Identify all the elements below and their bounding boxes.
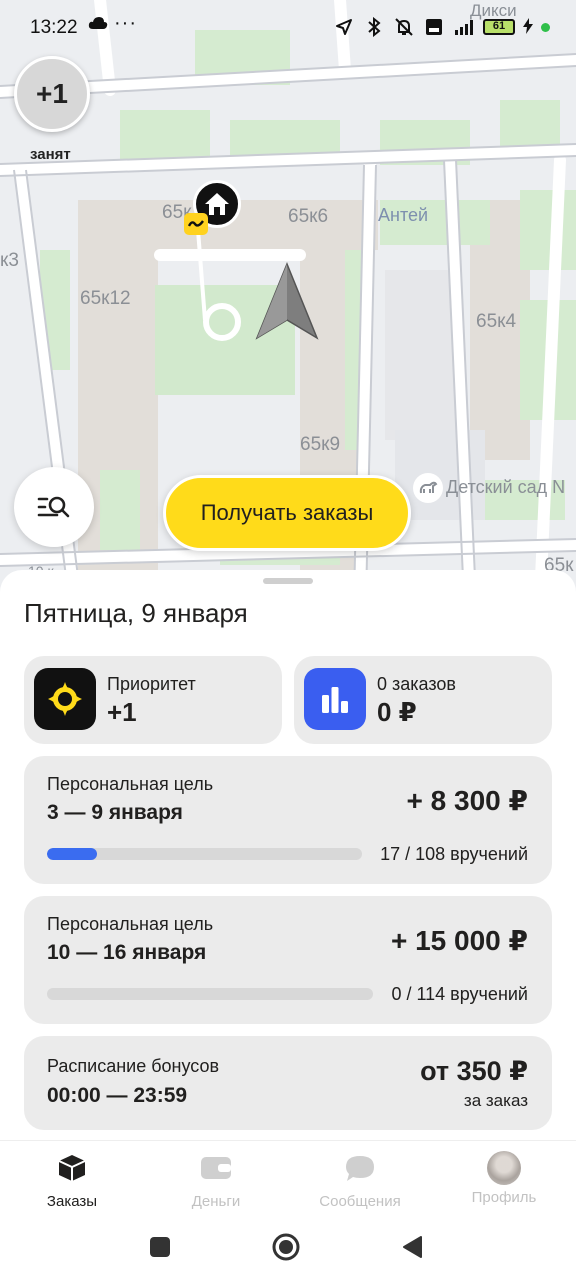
- circle-home-icon: [272, 1233, 300, 1261]
- goal-title: Персональная цель: [47, 914, 214, 934]
- avatar: [487, 1151, 521, 1185]
- mute-bell-icon: [393, 16, 415, 38]
- delivery-badge-icon: [184, 213, 208, 235]
- tab-messages[interactable]: Сообщения: [288, 1153, 432, 1210]
- bonus-amount: от 350 ₽: [420, 1056, 528, 1086]
- tab-orders[interactable]: Заказы: [0, 1153, 144, 1210]
- privacy-dot-icon: [541, 22, 550, 32]
- priority-bubble[interactable]: +1: [14, 56, 90, 132]
- goal-progress-text: 17 / 108 вручений: [380, 844, 528, 864]
- tab-orders-label: Заказы: [46, 1193, 98, 1210]
- system-nav-bar: [0, 1212, 576, 1280]
- goal-dates: 3 — 9 января: [47, 801, 183, 824]
- battery-icon: 61: [483, 19, 515, 35]
- goal-amount: + 15 000 ₽: [390, 925, 528, 956]
- orders-tile[interactable]: 0 заказов 0 ₽: [294, 656, 552, 744]
- tab-profile[interactable]: Профиль: [432, 1151, 576, 1206]
- map-label-65k9: 65к9: [300, 434, 341, 455]
- map-poi-antey[interactable]: Антей: [378, 205, 428, 226]
- sheet-grabber[interactable]: [263, 578, 313, 584]
- tab-profile-label: Профиль: [471, 1189, 537, 1206]
- search-orders-button[interactable]: [14, 467, 94, 547]
- orders-count-label: 0 заказов: [377, 674, 456, 694]
- back-triangle-icon: [403, 1236, 422, 1258]
- tab-money-label: Деньги: [191, 1193, 241, 1210]
- tab-messages-label: Сообщения: [319, 1193, 401, 1210]
- goal-progress-fill: [47, 848, 97, 860]
- cloud-icon: [88, 16, 108, 35]
- day-title: Пятница, 9 января: [24, 598, 248, 628]
- back-button[interactable]: [397, 1232, 427, 1262]
- map-label-k3: к3: [0, 250, 19, 271]
- status-more-icon: ···: [114, 12, 137, 34]
- bar-chart-icon: [304, 668, 366, 730]
- signal-4g-icon: [453, 16, 475, 38]
- tab-money[interactable]: Деньги: [144, 1153, 288, 1210]
- recent-apps-button[interactable]: [145, 1232, 175, 1262]
- goal-title: Персональная цель: [47, 774, 214, 794]
- priority-icon: [34, 668, 96, 730]
- personal-goal-card[interactable]: Персональная цель 3 — 9 января + 8 300 ₽…: [24, 756, 552, 884]
- map-label-65k12: 65к12: [80, 288, 131, 309]
- home-button[interactable]: [271, 1232, 301, 1262]
- map-label-65k6: 65к6: [288, 206, 329, 227]
- bonus-title: Расписание бонусов: [47, 1056, 220, 1076]
- list-search-icon: [37, 496, 70, 518]
- box-icon: [58, 1155, 86, 1181]
- volte-icon: [423, 16, 445, 38]
- tab-bar: Заказы Деньги Сообщения Профиль: [0, 1140, 576, 1212]
- priority-label: Приоритет: [107, 674, 196, 694]
- personal-goal-card[interactable]: Персональная цель 10 — 16 января + 15 00…: [24, 896, 552, 1024]
- location-icon: [333, 16, 355, 38]
- status-bar: 13:22 ··· 61: [0, 0, 576, 58]
- bonus-per-order-label: за заказ: [463, 1091, 528, 1110]
- map-view[interactable]: Дикси 65к6 65к Антей к3 65к12 65к4 65к9 …: [0, 0, 576, 600]
- chat-icon: [346, 1156, 374, 1181]
- priority-value: +1: [107, 697, 137, 727]
- goal-progress-bar: [47, 988, 373, 1000]
- map-poi-kindergarten[interactable]: Детский сад N: [446, 477, 565, 498]
- get-orders-button[interactable]: Получать заказы: [163, 475, 411, 551]
- busy-status-label: занят: [30, 146, 71, 163]
- map-label-65k4: 65к4: [476, 311, 517, 332]
- charging-icon: [523, 17, 533, 37]
- wallet-icon: [201, 1157, 231, 1179]
- bonus-schedule-card[interactable]: Расписание бонусов 00:00 — 23:59 от 350 …: [24, 1036, 552, 1130]
- bonus-time: 00:00 — 23:59: [47, 1084, 188, 1107]
- goal-amount: + 8 300 ₽: [406, 785, 528, 816]
- goal-progress-text: 0 / 114 вручений: [391, 984, 528, 1004]
- priority-tile[interactable]: Приоритет +1: [24, 656, 282, 744]
- navigation-arrow-icon: [255, 262, 319, 340]
- home-icon: [205, 193, 229, 215]
- square-icon: [150, 1237, 170, 1257]
- status-time: 13:22: [30, 17, 78, 38]
- bluetooth-icon: [363, 16, 385, 38]
- kindergarten-icon: [413, 473, 443, 503]
- goal-dates: 10 — 16 января: [47, 941, 207, 964]
- goal-progress-bar: [47, 848, 362, 860]
- orders-earnings-value: 0 ₽: [377, 697, 417, 727]
